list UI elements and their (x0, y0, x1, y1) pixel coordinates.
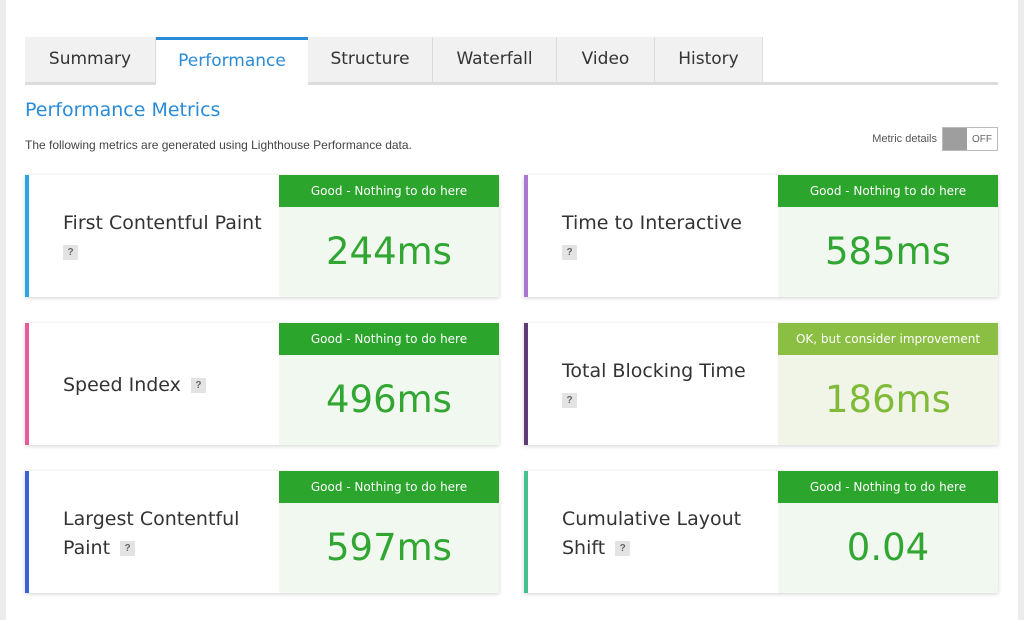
help-icon[interactable]: ? (562, 245, 577, 260)
toggle-state: OFF (972, 133, 992, 145)
tab-waterfall[interactable]: Waterfall (433, 37, 557, 82)
metric-details-label: Metric details (872, 133, 937, 145)
metric-card-time-to-interactive: Time to Interactive ? Good - Nothing to … (524, 175, 998, 297)
metric-value: 186ms (825, 378, 951, 421)
metric-name-text: Total Blocking Time (562, 360, 746, 382)
help-icon[interactable]: ? (63, 245, 78, 260)
metric-value: 0.04 (846, 526, 930, 569)
section-description: The following metrics are generated usin… (25, 138, 412, 152)
metric-name: Largest Contentful Paint ? (63, 505, 253, 563)
metric-card-speed-index: Speed Index ? Good - Nothing to do here … (25, 323, 499, 445)
metric-grade-box: Good - Nothing to do here 597ms (279, 471, 499, 593)
metric-grade-box: Good - Nothing to do here 496ms (279, 323, 499, 445)
metric-value: 244ms (326, 230, 452, 273)
help-icon[interactable]: ? (120, 541, 136, 556)
metric-name-text: Largest Contentful Paint (63, 508, 240, 559)
metric-name: Cumulative Layout Shift ? (562, 505, 752, 563)
help-icon[interactable]: ? (562, 393, 577, 408)
help-icon[interactable]: ? (190, 378, 206, 393)
metric-name: First Contentful Paint ? (63, 209, 283, 260)
metric-grade-box: Good - Nothing to do here 244ms (279, 175, 499, 297)
report-tabs: Summary Performance Structure Waterfall … (25, 37, 998, 85)
tab-performance[interactable]: Performance (156, 37, 308, 85)
metric-color-bar (25, 323, 29, 445)
metric-value: 597ms (326, 526, 452, 569)
metric-card-first-contentful-paint: First Contentful Paint ? Good - Nothing … (25, 175, 499, 297)
metric-name: Time to Interactive ? (562, 209, 782, 260)
metric-card-cumulative-layout-shift: Cumulative Layout Shift ? Good - Nothing… (524, 471, 998, 593)
tab-history[interactable]: History (655, 37, 763, 82)
metric-grade-box: Good - Nothing to do here 585ms (778, 175, 998, 297)
metric-details-control: Metric details OFF (872, 127, 998, 151)
metric-card-total-blocking-time: Total Blocking Time ? OK, but consider i… (524, 323, 998, 445)
grade-label: Good - Nothing to do here (778, 471, 998, 503)
metric-value: 585ms (825, 230, 951, 273)
metric-color-bar (524, 175, 528, 297)
metric-name-text: First Contentful Paint (63, 212, 262, 234)
metric-name-text: Time to Interactive (562, 212, 742, 234)
metric-color-bar (524, 471, 528, 593)
grade-label: OK, but consider improvement (778, 323, 998, 355)
tab-structure[interactable]: Structure (308, 37, 433, 82)
metric-color-bar (25, 471, 29, 593)
metric-name: Speed Index ? (63, 371, 283, 400)
metric-grade-box: OK, but consider improvement 186ms (778, 323, 998, 445)
toggle-knob (943, 128, 967, 150)
metric-name-text: Cumulative Layout Shift (562, 508, 742, 559)
metric-color-bar (524, 323, 528, 445)
metric-color-bar (25, 175, 29, 297)
metric-card-largest-contentful-paint: Largest Contentful Paint ? Good - Nothin… (25, 471, 499, 593)
help-icon[interactable]: ? (615, 541, 631, 556)
section-title: Performance Metrics (25, 99, 221, 121)
metric-details-toggle[interactable]: OFF (942, 127, 998, 151)
tab-video[interactable]: Video (557, 37, 655, 82)
metric-name: Total Blocking Time ? (562, 357, 782, 408)
metric-value: 496ms (326, 378, 452, 421)
grade-label: Good - Nothing to do here (279, 471, 499, 503)
grade-label: Good - Nothing to do here (279, 175, 499, 207)
metric-grade-box: Good - Nothing to do here 0.04 (778, 471, 998, 593)
metric-name-text: Speed Index (63, 374, 181, 396)
grade-label: Good - Nothing to do here (778, 175, 998, 207)
tab-summary[interactable]: Summary (25, 37, 156, 82)
grade-label: Good - Nothing to do here (279, 323, 499, 355)
